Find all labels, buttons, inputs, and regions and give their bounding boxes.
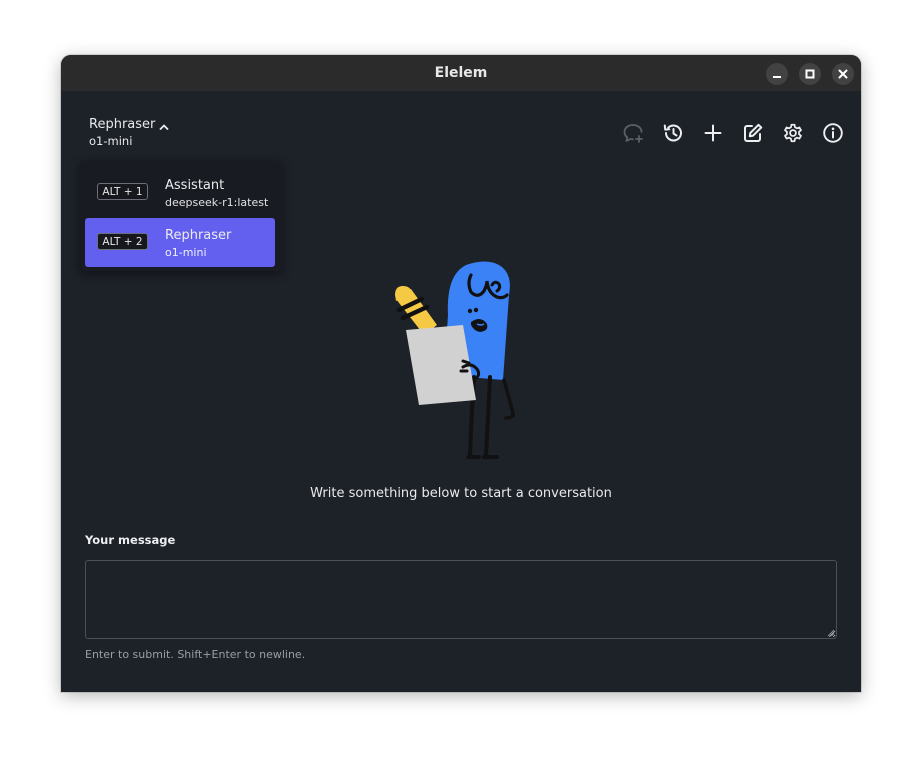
dropdown-item-label: Rephraser bbox=[165, 228, 232, 243]
message-input[interactable] bbox=[85, 560, 837, 639]
shortcut-badge: ALT + 2 bbox=[97, 233, 148, 250]
shortcut-badge: ALT + 1 bbox=[97, 183, 148, 200]
titlebar[interactable]: Elelem bbox=[61, 55, 861, 91]
info-button[interactable] bbox=[821, 121, 845, 145]
plus-icon bbox=[704, 124, 722, 142]
resize-handle-icon[interactable] bbox=[827, 629, 835, 637]
info-icon bbox=[823, 123, 843, 143]
gear-icon bbox=[784, 123, 802, 143]
edit-button[interactable] bbox=[741, 121, 765, 145]
empty-state-illustration bbox=[395, 261, 515, 459]
new-chat-icon bbox=[623, 124, 643, 143]
history-button[interactable] bbox=[661, 121, 685, 145]
dropdown-item-label: Assistant bbox=[165, 178, 225, 193]
dropdown-item-model: deepseek-r1:latest bbox=[165, 196, 269, 209]
maximize-icon bbox=[805, 69, 815, 79]
composer-hint: Enter to submit. Shift+Enter to newline. bbox=[85, 648, 306, 661]
assistant-selector[interactable]: Rephraser o1-mini bbox=[89, 117, 169, 149]
assistant-dropdown: ALT + 1 Assistant deepseek-r1:latest ALT… bbox=[80, 161, 282, 271]
message-label: Your message bbox=[85, 533, 176, 547]
selected-assistant-name: Rephraser bbox=[89, 117, 156, 132]
maximize-button[interactable] bbox=[799, 63, 821, 85]
selected-assistant-model: o1-mini bbox=[89, 134, 133, 148]
chevron-up-icon bbox=[159, 124, 169, 130]
minimize-icon bbox=[773, 76, 781, 78]
edit-icon bbox=[744, 123, 763, 142]
history-icon bbox=[663, 124, 682, 142]
close-icon bbox=[838, 69, 848, 79]
settings-button[interactable] bbox=[781, 121, 805, 145]
minimize-button[interactable] bbox=[766, 63, 788, 85]
add-button[interactable] bbox=[701, 121, 725, 145]
dropdown-item-model: o1-mini bbox=[165, 246, 207, 259]
app-window: Elelem Rephraser o1-mini ALT + 1 Assista… bbox=[61, 55, 861, 692]
new-chat-button[interactable] bbox=[621, 121, 645, 145]
dropdown-item-rephraser[interactable]: ALT + 2 Rephraser o1-mini bbox=[85, 218, 275, 267]
empty-state-text: Write something below to start a convers… bbox=[310, 486, 612, 501]
close-button[interactable] bbox=[832, 63, 854, 85]
window-title: Elelem bbox=[434, 65, 488, 81]
dropdown-item-assistant[interactable]: ALT + 1 Assistant deepseek-r1:latest bbox=[85, 168, 275, 217]
